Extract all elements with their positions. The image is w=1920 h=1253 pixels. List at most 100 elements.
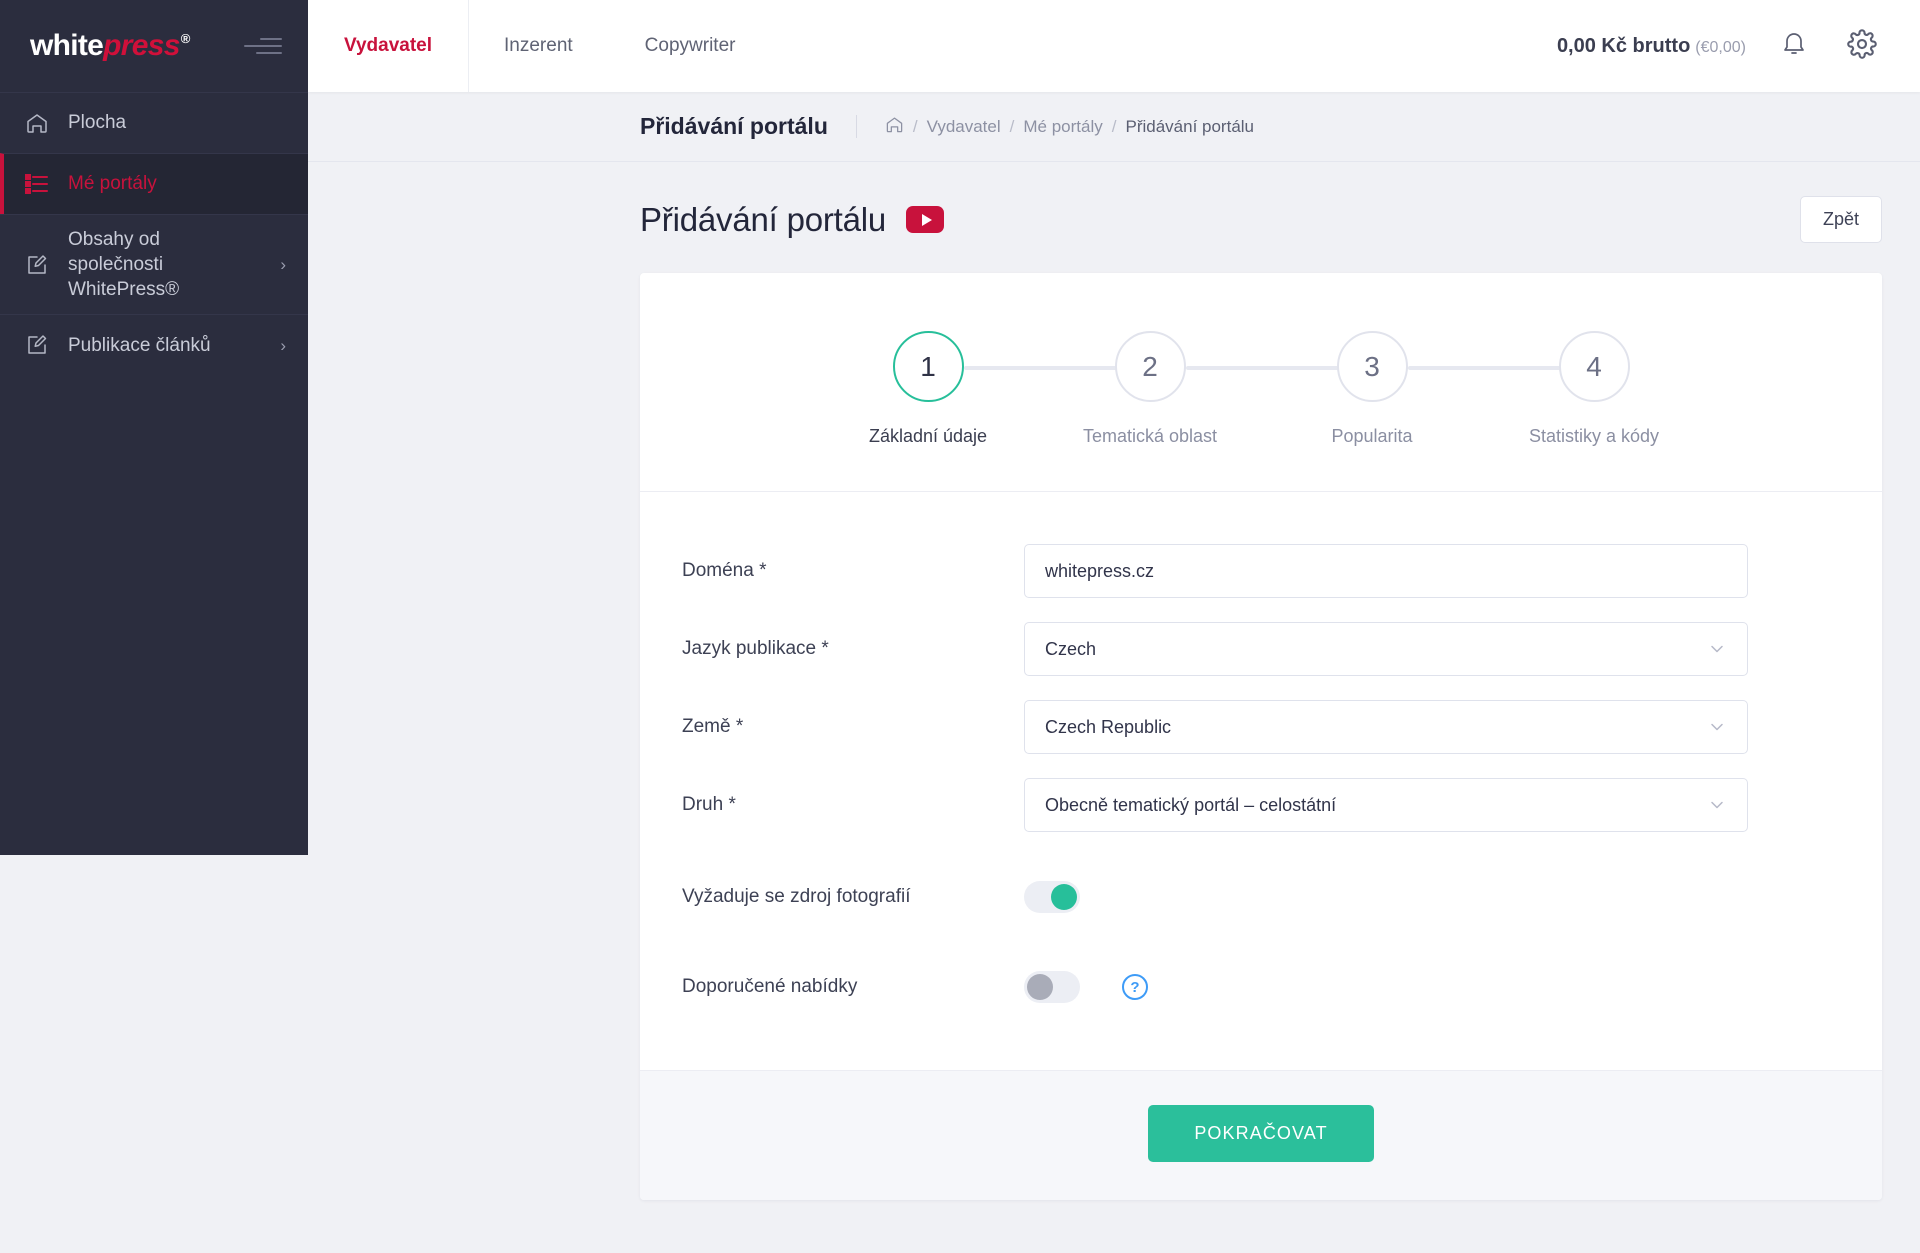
- breadcrumb: / Vydavatel / Mé portály / Přidávání por…: [857, 115, 1254, 139]
- step-label: Tematická oblast: [1082, 426, 1218, 446]
- hamburger-line: [256, 52, 282, 54]
- main-region: Vydavatel Inzerent Copywriter 0,00 Kč br…: [308, 0, 1920, 1253]
- breadcrumb-current: Přidávání portálu: [1125, 116, 1255, 136]
- topbar-right: 0,00 Kč brutto (€0,00): [1557, 0, 1920, 92]
- hamburger-line: [244, 45, 282, 47]
- sidebar-item-me-portaly[interactable]: Mé portály: [0, 153, 308, 214]
- wizard-step-1[interactable]: 1 Základní údaje: [817, 331, 1186, 447]
- app-root: white press ® Plocha Mé portály Obsahy o…: [0, 0, 1920, 1253]
- bell-icon: [1781, 30, 1807, 63]
- form-row-domain: Doména * whitepress.cz: [640, 544, 1882, 598]
- label-recommended-offers: Doporučené nabídky: [682, 976, 858, 997]
- breadcrumb-separator: /: [1111, 116, 1117, 136]
- card-footer: POKRAČOVAT: [640, 1071, 1882, 1200]
- breadcrumb-separator: /: [912, 116, 918, 136]
- settings-button[interactable]: [1842, 26, 1882, 66]
- wizard-steps: 1 Základní údaje 2 Tematická oblast 3 Po…: [817, 331, 1705, 447]
- label-photo-source-required: Vyžaduje se zdroj fotografií: [682, 886, 911, 907]
- form-row-recommended-offers: Doporučené nabídky ?: [640, 960, 1882, 1014]
- portal-type-select[interactable]: Obecně tematický portál – celostátní: [1024, 778, 1748, 832]
- label-publication-language: Jazyk publikace *: [682, 638, 829, 659]
- step-number: 2: [1114, 331, 1186, 402]
- step-number: 1: [892, 331, 964, 402]
- logo-text-press: press: [103, 29, 180, 62]
- hamburger-icon[interactable]: [244, 33, 282, 59]
- chevron-down-icon: [1707, 795, 1727, 815]
- form-row-photo-source: Vyžaduje se zdroj fotografií: [640, 870, 1882, 924]
- sidebar-header: white press ®: [0, 0, 308, 92]
- breadcrumb-separator: /: [1009, 116, 1015, 136]
- label-domain: Doména *: [682, 560, 767, 581]
- sidebar-item-label: Obsahy od společnosti WhitePress®: [68, 229, 180, 301]
- youtube-play-icon[interactable]: [906, 206, 945, 233]
- publication-language-select[interactable]: Czech: [1024, 622, 1748, 676]
- sidebar: white press ® Plocha Mé portály Obsahy o…: [0, 0, 308, 855]
- notifications-button[interactable]: [1774, 26, 1814, 66]
- sidebar-item-plocha[interactable]: Plocha: [0, 92, 308, 153]
- country-select[interactable]: Czech Republic: [1024, 700, 1748, 754]
- edit-icon: [24, 252, 50, 278]
- sidebar-item-label: Publikace článků: [68, 334, 211, 356]
- domain-input-value: whitepress.cz: [1045, 560, 1155, 581]
- label-country: Země *: [682, 716, 744, 737]
- logo-registered-mark: ®: [180, 31, 191, 46]
- content-area: 1 Základní údaje 2 Tematická oblast 3 Po…: [308, 273, 1920, 1253]
- portal-type-value: Obecně tematický portál – celostátní: [1045, 794, 1337, 815]
- brand-logo[interactable]: white press ®: [30, 31, 190, 61]
- wizard-step-2[interactable]: 2 Tematická oblast: [1039, 331, 1408, 447]
- sidebar-item-label: Plocha: [68, 112, 127, 134]
- wizard-stepper: 1 Základní údaje 2 Tematická oblast 3 Po…: [640, 273, 1882, 491]
- balance-amount: 0,00 Kč brutto: [1556, 34, 1691, 57]
- form-row-country: Země * Czech Republic: [640, 700, 1882, 754]
- wizard-step-3[interactable]: 3 Popularita: [1261, 331, 1630, 447]
- chevron-down-icon: [1707, 639, 1727, 659]
- tab-inzerent[interactable]: Inzerent: [468, 0, 609, 92]
- balance-eur: (€0,00): [1695, 38, 1746, 56]
- edit-icon: [24, 332, 50, 358]
- play-triangle: [921, 213, 932, 226]
- page-header: Přidávání portálu Zpět: [308, 162, 1920, 273]
- step-number: 3: [1336, 331, 1408, 402]
- toggle-knob: [1051, 884, 1077, 910]
- portal-form-card: 1 Základní údaje 2 Tematická oblast 3 Po…: [640, 273, 1882, 1200]
- sidebar-item-label: Mé portály: [68, 173, 157, 195]
- toggle-knob: [1027, 974, 1053, 1000]
- publication-language-value: Czech: [1045, 638, 1097, 659]
- breadcrumb-item-vydavatel[interactable]: Vydavatel: [927, 117, 1001, 137]
- tab-vydavatel[interactable]: Vydavatel: [308, 0, 468, 92]
- tab-copywriter[interactable]: Copywriter: [609, 0, 772, 92]
- sidebar-item-publikace-clanku[interactable]: Publikace článků ›: [0, 314, 308, 375]
- step-label: Popularita: [1331, 426, 1413, 446]
- home-icon[interactable]: [885, 115, 904, 139]
- chevron-right-icon: ›: [280, 335, 286, 355]
- account-balance: 0,00 Kč brutto (€0,00): [1557, 35, 1746, 58]
- recommended-offers-toggle[interactable]: [1024, 971, 1080, 1003]
- gear-icon: [1847, 28, 1877, 64]
- topbar-tabs: Vydavatel Inzerent Copywriter: [308, 0, 771, 92]
- step-label: Statistiky a kódy: [1528, 426, 1660, 446]
- page-title: Přidávání portálu: [640, 200, 887, 238]
- country-value: Czech Republic: [1045, 716, 1172, 737]
- step-label: Základní údaje: [868, 426, 988, 446]
- hamburger-line: [260, 38, 282, 40]
- domain-input[interactable]: whitepress.cz: [1024, 544, 1748, 598]
- form-row-publication-language: Jazyk publikace * Czech: [640, 622, 1882, 676]
- form-row-portal-type: Druh * Obecně tematický portál – celostá…: [640, 778, 1882, 832]
- list-icon: [24, 171, 50, 197]
- photo-source-required-toggle[interactable]: [1024, 881, 1080, 913]
- step-number: 4: [1558, 331, 1630, 402]
- page-band-title: Přidávání portálu: [640, 115, 857, 138]
- chevron-down-icon: [1707, 717, 1727, 737]
- chevron-right-icon: ›: [280, 255, 286, 275]
- home-icon: [24, 110, 50, 136]
- wizard-step-4[interactable]: 4 Statistiky a kódy: [1483, 331, 1705, 447]
- help-icon[interactable]: ?: [1122, 974, 1148, 1000]
- sidebar-item-obsahy-whitepress[interactable]: Obsahy od společnosti WhitePress® ›: [0, 214, 308, 314]
- continue-button[interactable]: POKRAČOVAT: [1148, 1105, 1374, 1162]
- back-button[interactable]: Zpět: [1799, 196, 1882, 243]
- breadcrumb-item-me-portaly[interactable]: Mé portály: [1023, 117, 1102, 137]
- label-portal-type: Druh *: [682, 794, 736, 815]
- logo-text-white: white: [30, 29, 104, 62]
- topbar: Vydavatel Inzerent Copywriter 0,00 Kč br…: [308, 0, 1920, 92]
- page-band: Přidávání portálu / Vydavatel / Mé portá…: [308, 92, 1920, 162]
